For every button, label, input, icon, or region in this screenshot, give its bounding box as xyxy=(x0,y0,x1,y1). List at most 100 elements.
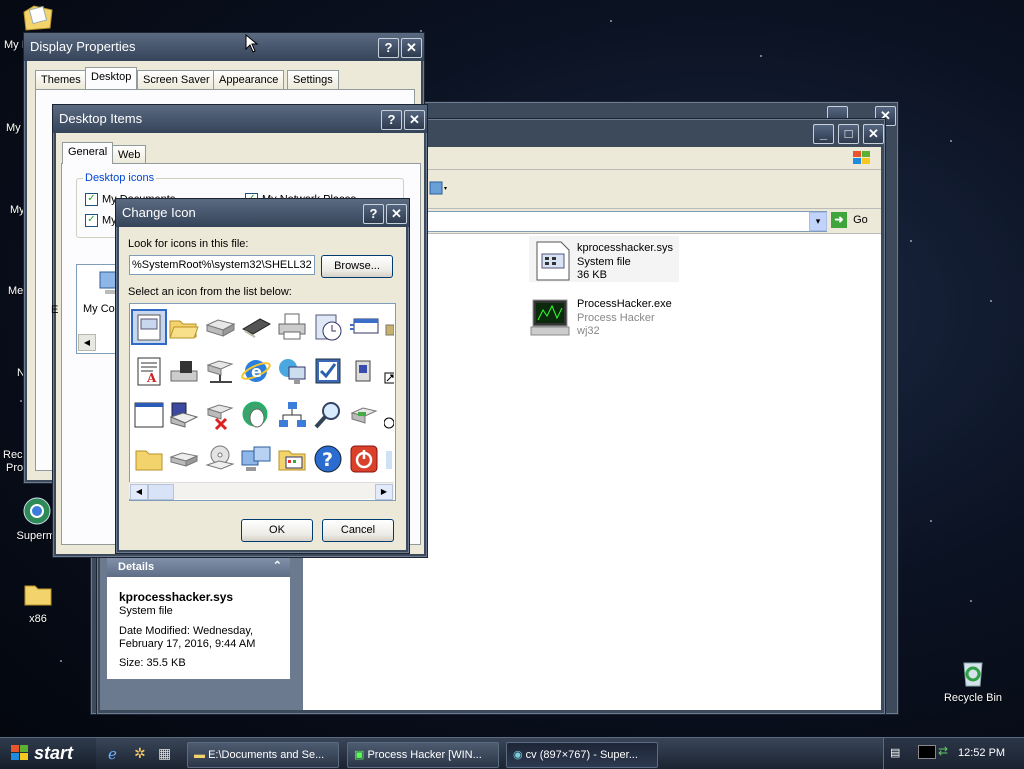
partial-disc-icon[interactable] xyxy=(383,399,394,431)
dialog-title: Change Icon xyxy=(122,205,196,220)
desktop-icon-label: x86 xyxy=(29,613,47,625)
closed-folder-icon[interactable] xyxy=(133,443,165,475)
text-document-icon[interactable]: A xyxy=(133,355,165,387)
details-header[interactable]: Details ⌃ xyxy=(107,557,290,577)
scroll-left-button[interactable]: ◀ xyxy=(78,334,96,351)
taskbar-button-process-hacker[interactable]: ▣ Process Hacker [WIN... xyxy=(347,742,499,768)
desktop-icon-recycle-bin[interactable]: Recycle Bin xyxy=(938,657,1008,704)
desktop-icon-my-documents[interactable] xyxy=(22,2,54,32)
tab-general[interactable]: General xyxy=(62,142,114,164)
scheduled-tasks-icon[interactable] xyxy=(312,311,344,343)
quick-launch: ℯ ✲ ▦ xyxy=(104,742,180,766)
cancel-button[interactable]: Cancel xyxy=(322,519,394,542)
tab-desktop[interactable]: Desktop xyxy=(85,67,138,89)
tab-web[interactable]: Web xyxy=(112,145,147,164)
icon-file-path-input[interactable] xyxy=(129,255,315,275)
views-button[interactable] xyxy=(428,180,450,198)
device-settings-icon[interactable] xyxy=(348,355,380,387)
checkbox-my-computer[interactable]: ✓ My xyxy=(85,214,117,227)
network-tree-icon[interactable] xyxy=(276,399,308,431)
scroll-right-button[interactable]: ▶ xyxy=(375,484,393,500)
close-button[interactable]: ✕ xyxy=(401,38,422,58)
details-size: Size: 35.5 KB xyxy=(119,657,186,669)
shutdown-icon[interactable] xyxy=(348,443,380,475)
shortcut-overlay-icon[interactable] xyxy=(384,355,394,387)
title-bar[interactable]: Display Properties ? ✕ xyxy=(24,33,424,61)
close-button[interactable]: ✕ xyxy=(386,204,407,224)
tab-settings[interactable]: Settings xyxy=(287,70,339,89)
folder-icon: ▬ xyxy=(194,749,205,761)
taskbar-button-explorer[interactable]: ▬ E:\Documents and Se... xyxy=(187,742,339,768)
file-name: ProcessHacker.exe xyxy=(577,298,672,310)
help-button[interactable]: ? xyxy=(378,38,399,58)
partial-icon[interactable] xyxy=(384,311,394,343)
tab-screen-saver[interactable]: Screen Saver xyxy=(137,70,216,89)
network-icon[interactable]: ⇄ xyxy=(938,744,948,758)
go-label: Go xyxy=(853,214,868,226)
drive-settings-icon[interactable] xyxy=(348,399,380,431)
monitor-icon[interactable] xyxy=(918,745,936,759)
blank-window-icon[interactable] xyxy=(133,399,165,431)
open-folder-icon[interactable] xyxy=(168,311,200,343)
control-panel-folder-icon[interactable] xyxy=(276,443,308,475)
browser-icon: ◉ xyxy=(513,749,523,761)
address-dropdown-button[interactable]: ▾ xyxy=(809,212,827,231)
removable-drive-icon[interactable] xyxy=(168,443,200,475)
ok-button[interactable]: OK xyxy=(241,519,313,542)
select-icon-label: Select an icon from the list below: xyxy=(128,286,292,298)
go-button[interactable]: ➜ Go xyxy=(831,212,875,230)
desktop-icon-label: Me xyxy=(8,285,24,297)
partial-icon[interactable] xyxy=(384,443,394,475)
icon-grid[interactable]: A e ? xyxy=(131,305,394,480)
start-button[interactable]: start xyxy=(0,738,96,769)
minimize-button[interactable]: _ xyxy=(813,124,834,144)
help-icon[interactable]: ? xyxy=(312,443,344,475)
tool-quicklaunch-icon[interactable]: ✲ xyxy=(134,745,146,762)
disconnected-drive-icon[interactable] xyxy=(204,399,236,431)
help-button[interactable]: ? xyxy=(363,204,384,224)
ie-quicklaunch-icon[interactable]: ℯ xyxy=(108,745,117,763)
network-computer-icon[interactable] xyxy=(276,355,308,387)
browse-button[interactable]: Browse... xyxy=(321,255,393,278)
file-item[interactable]: kprocesshacker.sys System file 36 KB xyxy=(529,236,679,282)
task-label: cv (897×767) - Super... xyxy=(525,749,638,761)
window-edit-icon[interactable] xyxy=(348,311,380,343)
scrollbar-container: ◀ ▶ xyxy=(129,482,394,500)
document-window-icon[interactable] xyxy=(131,309,167,345)
desktop-icon-x86[interactable]: x86 xyxy=(3,578,73,625)
floppy-drive-icon[interactable] xyxy=(168,355,200,387)
tab-themes[interactable]: Themes xyxy=(35,70,87,89)
scroll-left-button[interactable]: ◀ xyxy=(130,484,148,500)
computers-icon[interactable] xyxy=(240,443,272,475)
taskbar: start ℯ ✲ ▦ ▬ E:\Documents and Se... ▣ P… xyxy=(0,737,1024,769)
hard-drive-icon[interactable] xyxy=(204,311,236,343)
maximize-button[interactable]: □ xyxy=(838,124,859,144)
memory-chip-icon[interactable] xyxy=(240,311,272,343)
file-item[interactable]: ProcessHacker.exe Process Hacker wj32 xyxy=(529,294,679,340)
printer-icon[interactable] xyxy=(276,311,308,343)
title-bar[interactable]: Desktop Items ? ✕ xyxy=(53,105,427,133)
close-button[interactable]: ✕ xyxy=(404,110,425,130)
svg-text:?: ? xyxy=(322,449,333,471)
title-bar[interactable]: Change Icon ? ✕ xyxy=(116,199,409,227)
close-button[interactable]: ✕ xyxy=(863,124,884,144)
process-hacker-icon: ▣ xyxy=(354,749,365,761)
collapse-chevron-icon: ⌃ xyxy=(272,560,282,572)
globe-mouse-icon[interactable] xyxy=(240,399,272,431)
details-header-label: Details xyxy=(118,561,155,573)
internet-explorer-icon[interactable]: e xyxy=(240,355,272,387)
scroll-thumb[interactable] xyxy=(148,484,174,500)
help-button[interactable]: ? xyxy=(381,110,402,130)
tab-appearance[interactable]: Appearance xyxy=(213,70,285,89)
process-hacker-icon xyxy=(530,299,570,336)
network-drive-icon[interactable] xyxy=(204,355,236,387)
tab-strip: Themes Desktop Screen Saver Appearance S… xyxy=(35,67,415,90)
details-panel: Details ⌃ kprocesshacker.sys System file… xyxy=(107,557,290,679)
taskbar-button-browser[interactable]: ◉ cv (897×767) - Super... xyxy=(506,742,658,768)
checklist-icon[interactable] xyxy=(312,355,344,387)
cd-drive-icon[interactable] xyxy=(204,443,236,475)
floppy-disk-icon[interactable] xyxy=(168,399,200,431)
magnifier-icon[interactable] xyxy=(312,399,344,431)
media-quicklaunch-icon[interactable]: ▦ xyxy=(158,745,171,762)
keyboard-icon[interactable]: ▤ xyxy=(890,746,900,759)
